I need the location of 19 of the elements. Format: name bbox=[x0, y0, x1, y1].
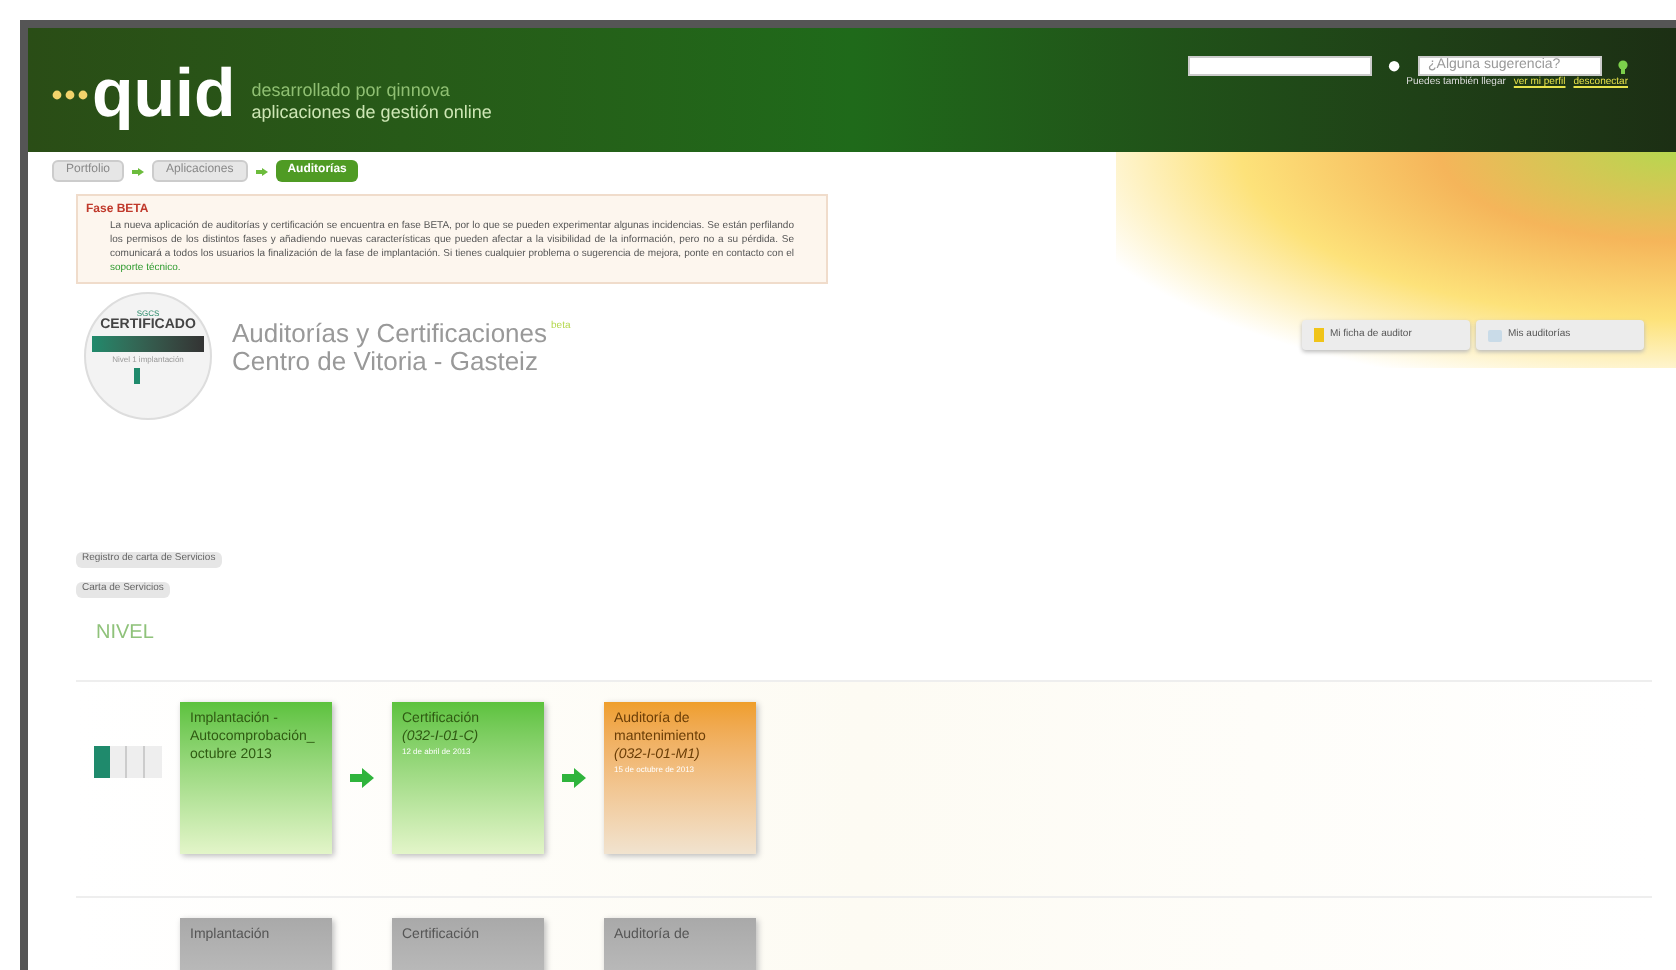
tagline: desarrollado por qinnova bbox=[251, 79, 452, 102]
lightbulb-icon[interactable] bbox=[1618, 59, 1628, 73]
subtitle: aplicaciones de gestión online bbox=[251, 101, 492, 124]
user-icon bbox=[1314, 328, 1324, 342]
arrow-right-icon bbox=[132, 167, 145, 175]
level-meter-icon bbox=[94, 746, 162, 778]
arrow-right-icon bbox=[255, 167, 268, 175]
arrow-right-icon bbox=[562, 768, 586, 788]
search-field[interactable] bbox=[1188, 56, 1372, 76]
logo-text: quid bbox=[92, 60, 236, 128]
arrow-right-icon bbox=[350, 768, 374, 788]
level-bar bbox=[133, 368, 139, 384]
badge-strip bbox=[92, 336, 204, 352]
page-title: Auditorías y Certificaciones bbox=[232, 320, 548, 346]
search-icon[interactable] bbox=[1388, 59, 1402, 73]
level-heading: NIVEL bbox=[96, 620, 156, 648]
dots-icon bbox=[52, 89, 88, 99]
page-subtitle: Centro de Vitoria - Gasteiz bbox=[232, 346, 540, 379]
document-icon bbox=[1488, 329, 1502, 341]
